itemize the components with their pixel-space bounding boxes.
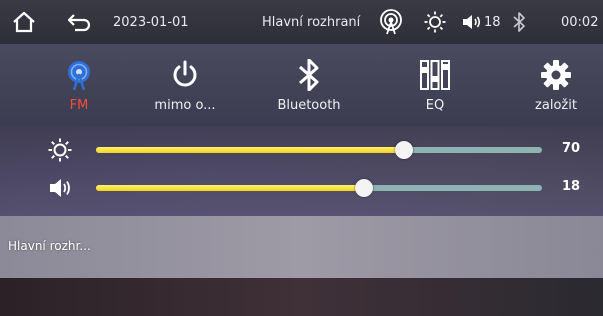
status-date: 2023-01-01 bbox=[113, 14, 189, 30]
volume-slider-thumb[interactable] bbox=[354, 179, 373, 197]
volume-value: 18 bbox=[562, 179, 581, 194]
bluetooth-icon bbox=[297, 58, 321, 92]
bluetooth-icon bbox=[512, 0, 526, 44]
app-bluetooth-label: Bluetooth bbox=[277, 98, 341, 113]
brightness-slider-fill bbox=[96, 147, 404, 153]
footer-strip bbox=[0, 278, 603, 316]
equalizer-icon bbox=[419, 58, 451, 92]
status-volume-value: 18 bbox=[484, 14, 501, 30]
back-icon[interactable] bbox=[66, 0, 92, 44]
app-settings[interactable]: založit bbox=[501, 44, 603, 126]
main-interface-panel[interactable]: Hlavní rozhr... bbox=[0, 216, 603, 278]
brightness-slider-thumb[interactable] bbox=[394, 141, 413, 159]
brightness-value: 70 bbox=[562, 141, 581, 156]
brightness-slider[interactable] bbox=[96, 141, 542, 159]
volume-slider[interactable] bbox=[96, 179, 542, 197]
app-settings-label: založit bbox=[535, 98, 577, 113]
app-fm[interactable]: FM bbox=[24, 44, 134, 126]
brightness-icon bbox=[424, 0, 446, 44]
radio-antenna-icon bbox=[62, 58, 96, 92]
home-icon[interactable] bbox=[12, 0, 36, 44]
volume-slider-row: 18 bbox=[0, 168, 603, 208]
status-bar: 2023-01-01 Hlavní rozhraní 18 00:02 bbox=[0, 0, 603, 44]
app-bluetooth[interactable]: Bluetooth bbox=[254, 44, 364, 126]
slider-panel: 70 18 bbox=[0, 126, 603, 216]
power-icon bbox=[170, 58, 200, 92]
status-title: Hlavní rozhraní bbox=[262, 14, 361, 30]
app-power-label: mimo o... bbox=[154, 98, 216, 113]
app-fm-label: FM bbox=[69, 98, 89, 113]
app-eq[interactable]: EQ bbox=[380, 44, 490, 126]
app-power[interactable]: mimo o... bbox=[130, 44, 240, 126]
brightness-slider-row: 70 bbox=[0, 130, 603, 170]
app-row: FM mimo o... Bluetooth EQ založit bbox=[0, 44, 603, 126]
app-eq-label: EQ bbox=[425, 98, 445, 113]
brightness-icon bbox=[48, 138, 72, 166]
main-interface-label: Hlavní rozhr... bbox=[8, 239, 91, 253]
volume-slider-fill bbox=[96, 185, 364, 191]
volume-icon bbox=[48, 177, 72, 203]
settings-gear-icon bbox=[540, 58, 572, 92]
volume-icon bbox=[462, 0, 482, 44]
status-time: 00:02 bbox=[561, 14, 599, 30]
radio-signal-icon bbox=[378, 0, 404, 44]
